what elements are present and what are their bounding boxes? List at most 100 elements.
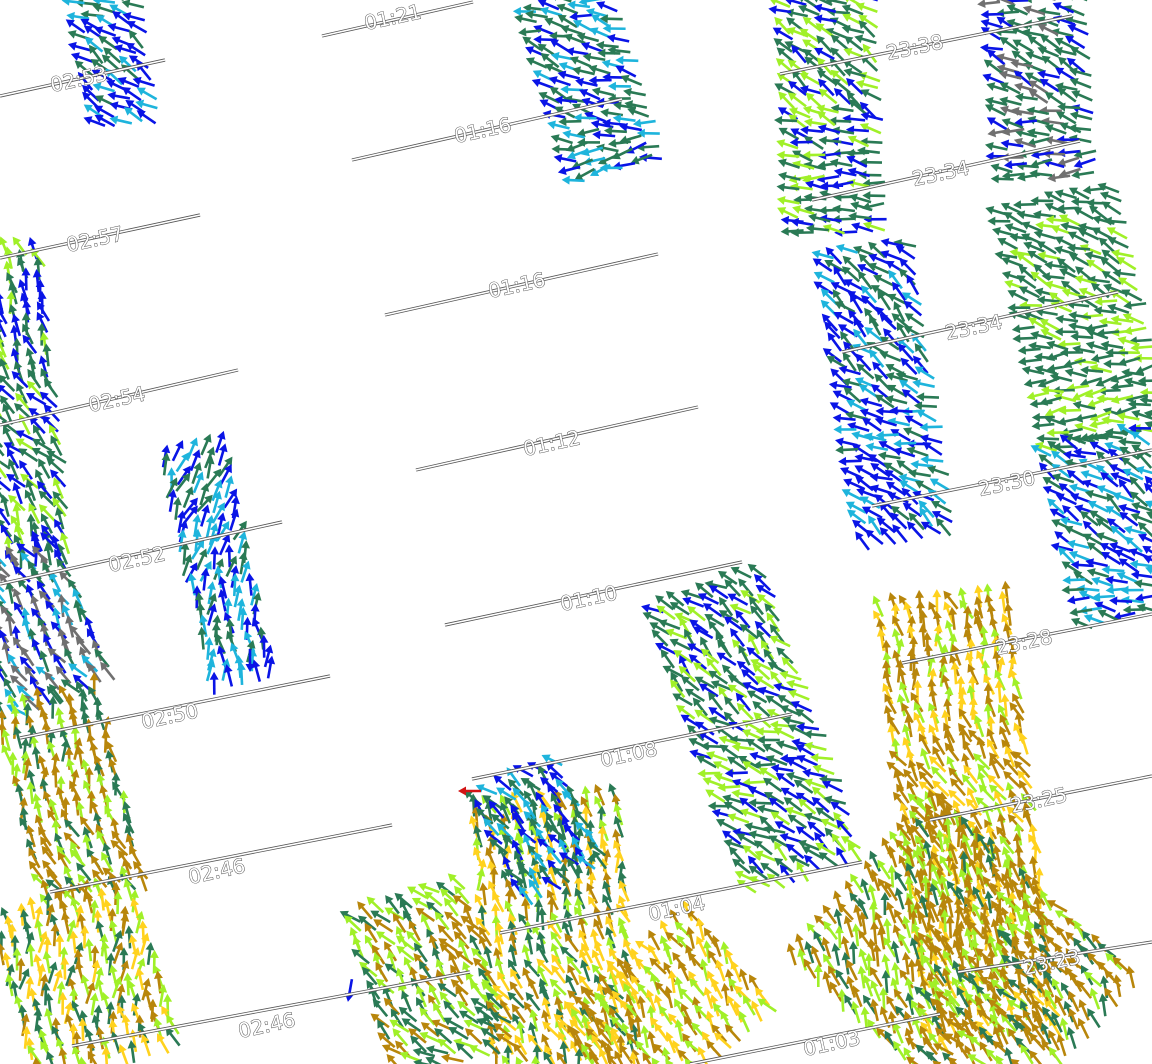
wind-arrow	[780, 215, 804, 225]
track-time-label: 23:34	[943, 309, 1004, 344]
wind-arrow	[0, 542, 1, 561]
wind-arrow	[182, 486, 194, 509]
wind-arrow	[36, 480, 53, 500]
flight-track-0116b: 01:16	[384, 252, 659, 317]
wind-arrow	[831, 943, 841, 966]
wind-arrow	[700, 741, 724, 751]
wind-arrow	[1026, 137, 1050, 147]
track-time-label: 01:03	[801, 1025, 862, 1060]
wind-arrow	[225, 555, 238, 578]
track-time-label: 01:12	[521, 425, 582, 460]
wind-arrow	[1121, 289, 1143, 302]
wind-arrow	[559, 1040, 569, 1064]
track-time-label: 01:16	[452, 112, 513, 147]
wind-arrow	[531, 1055, 541, 1064]
wind-arrow	[778, 171, 801, 181]
wind-arrow	[907, 759, 919, 782]
wind-arrow	[135, 99, 158, 110]
wind-arrow	[197, 626, 207, 650]
wind-arrow	[860, 89, 882, 102]
track-time-label: 01:16	[486, 267, 547, 302]
wind-arrow	[786, 943, 797, 966]
wind-arrow	[905, 749, 916, 772]
wind-arrow	[11, 313, 22, 337]
track-time-label: 23:30	[976, 465, 1037, 500]
wind-arrow	[1071, 170, 1095, 179]
wind-arrow	[859, 123, 882, 135]
wind-arrow	[94, 762, 103, 785]
wind-arrow	[976, 650, 988, 672]
wind-arrow	[344, 978, 354, 1002]
wind-arrow	[615, 55, 639, 65]
wind-arrow	[943, 698, 953, 722]
wind-arrow	[1122, 313, 1145, 325]
wind-arrow	[121, 0, 145, 9]
wind-arrow	[1034, 352, 1058, 362]
wind-arrow	[166, 1014, 180, 1035]
wind-arrow	[1063, 358, 1086, 369]
wind-arrow	[32, 269, 42, 293]
wind-arrow-layer	[0, 0, 1152, 1064]
wind-arrow	[17, 256, 29, 279]
wind-arrow	[763, 791, 785, 805]
wind-arrow	[856, 146, 880, 156]
wind-arrow	[209, 671, 219, 695]
wind-arrow	[963, 764, 979, 784]
wind-arrow	[493, 947, 502, 970]
flight-track-2325: 23:25	[929, 774, 1152, 822]
track-time-label: 02:52	[106, 541, 167, 576]
wind-arrow	[63, 865, 76, 887]
wind-arrow	[632, 118, 656, 128]
wind-arrow	[96, 773, 106, 796]
wind-arrow	[769, 635, 791, 648]
flight-track-0112: 01:12	[415, 405, 699, 472]
wind-arrow	[779, 864, 796, 884]
wind-arrow	[14, 995, 25, 1018]
wind-arrow	[780, 226, 804, 236]
wind-arrow	[1011, 324, 1035, 334]
wind-arrow	[1128, 336, 1152, 346]
wind-arrow	[916, 392, 940, 402]
wind-arrow	[132, 860, 149, 880]
wind-arrow	[1040, 328, 1062, 341]
wind-arrow	[468, 815, 479, 838]
flight-track-0250: 02:50	[19, 674, 331, 740]
wind-arrow	[862, 221, 886, 232]
track-time-label: 23:28	[993, 624, 1054, 659]
wind-arrow	[51, 764, 61, 788]
wind-arrow	[606, 33, 630, 43]
track-time-label: 02:53	[48, 61, 109, 96]
wind-arrow	[0, 273, 1, 296]
wind-arrow	[957, 696, 967, 720]
wind-arrow	[1031, 421, 1055, 431]
wind-arrow	[87, 1050, 101, 1064]
wind-arrow	[928, 601, 941, 623]
wind-arrow	[66, 757, 76, 781]
track-time-label: 23:25	[1008, 782, 1069, 817]
wind-arrow	[1014, 711, 1024, 735]
wind-arrow	[0, 316, 7, 338]
wind-arrow	[370, 1013, 390, 1029]
wind-arrow	[556, 1051, 571, 1064]
wind-arrow	[1070, 0, 1088, 2]
track-time-label: 01:08	[598, 736, 659, 771]
wind-arrow	[912, 355, 929, 375]
wind-arrow	[157, 1033, 170, 1054]
wind-arrow	[61, 636, 73, 659]
wind-arrow	[906, 521, 924, 540]
wind-arrow	[879, 313, 897, 331]
wind-arrow	[943, 590, 959, 610]
wind-arrow	[395, 935, 415, 951]
wind-vector-map: 02:53 02:57 02:54 02:52 02:50 02:46 02:4…	[0, 0, 1152, 1064]
wind-arrow	[73, 737, 83, 760]
wind-arrow	[510, 968, 523, 989]
wind-arrow	[3, 260, 13, 284]
wind-arrow	[1030, 330, 1053, 341]
track-time-label: 02:57	[64, 221, 125, 256]
wind-arrow	[665, 1059, 680, 1064]
wind-arrow	[1106, 227, 1128, 240]
wind-arrow	[541, 1033, 553, 1056]
wind-arrow	[439, 991, 456, 1011]
wind-arrow	[27, 896, 36, 920]
flight-track-0116a: 01:16	[351, 97, 623, 162]
